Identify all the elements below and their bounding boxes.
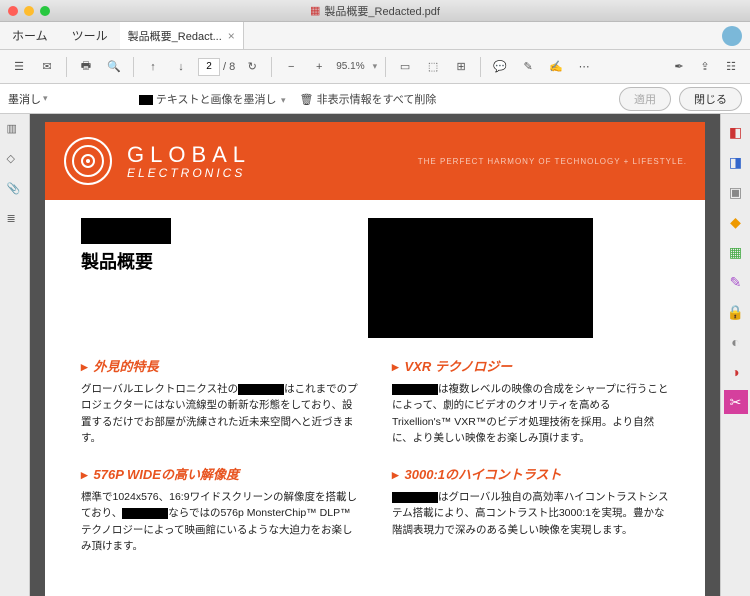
window-title: ▦ 製品概要_Redacted.pdf — [310, 3, 440, 19]
highlight-button[interactable]: ✎ — [517, 56, 539, 78]
brand-text: GLOBAL ELECTRONICS — [127, 142, 251, 180]
layers-icon[interactable]: ≣ — [7, 212, 23, 228]
user-avatar[interactable] — [722, 26, 742, 46]
section-body: 標準で1024x576、16:9ワイドスクリーンの解像度を搭載しており、ならでは… — [81, 489, 358, 554]
bookmark-icon[interactable]: ◇ — [7, 152, 23, 168]
sign-button[interactable]: ✒ — [668, 56, 690, 78]
organize-icon[interactable]: ▦ — [724, 240, 748, 264]
comment-button[interactable]: 💬 — [489, 56, 511, 78]
brand-logo-icon — [63, 136, 113, 186]
pdf-page: GLOBAL ELECTRONICS THE PERFECT HARMONY O… — [45, 122, 705, 596]
redaction-box — [81, 218, 171, 244]
stamp-button[interactable]: ✍ — [545, 56, 567, 78]
redaction-box — [368, 218, 593, 338]
redaction-toolbar: 墨消し▾ テキストと画像を墨消し ▾ 🗑 非表示情報をすべて削除 適用 閉じる — [0, 84, 750, 114]
sidebar-toggle-button[interactable]: ☰ — [8, 56, 30, 78]
pdf-icon: ▦ — [310, 4, 320, 17]
section-body: グローバルエレクトロニクス社のはこれまでのプロジェクターにはない流線型の斬新な形… — [81, 381, 358, 446]
workspace: ▥ ◇ 📎 ≣ GLOBAL ELECTRONICS THE PERFECT H… — [0, 114, 750, 596]
zoom-level[interactable]: 95.1% — [336, 61, 364, 72]
section-heading: ▸3000:1のハイコントラスト — [392, 464, 669, 483]
redact-tool-icon[interactable]: ✂ — [724, 390, 748, 414]
print-button[interactable]: 🖶 — [75, 56, 97, 78]
window-title-text: 製品概要_Redacted.pdf — [324, 3, 440, 19]
brand-line1: GLOBAL — [127, 142, 251, 168]
tab-document[interactable]: 製品概要_Redact... × — [120, 22, 244, 49]
page-header: GLOBAL ELECTRONICS THE PERFECT HARMONY O… — [45, 122, 705, 200]
more-button[interactable]: ⋯ — [573, 56, 595, 78]
tab-home[interactable]: ホーム — [0, 22, 60, 49]
save-button[interactable]: ✉ — [36, 56, 58, 78]
brand-line2: ELECTRONICS — [127, 166, 251, 180]
document-title: 製品概要 — [81, 248, 338, 274]
select-tool-button[interactable]: ▭ — [394, 56, 416, 78]
close-tab-icon[interactable]: × — [228, 29, 235, 43]
zoom-window-button[interactable] — [40, 6, 50, 16]
main-toolbar: ☰ ✉ 🖶 🔍 ↑ ↓ / 8 ↻ − + 95.1%▾ ▭ ⬚ ⊞ 💬 ✎ ✍… — [0, 50, 750, 84]
fill-sign-icon[interactable]: ✎ — [724, 270, 748, 294]
right-panel-button[interactable]: ☷ — [720, 56, 742, 78]
zoom-out-button[interactable]: − — [280, 56, 302, 78]
section-heading: ▸576P WIDEの高い解像度 — [81, 464, 358, 483]
protect-icon[interactable]: 🔒 — [724, 300, 748, 324]
tab-tools[interactable]: ツール — [60, 22, 120, 49]
section-heading: ▸外見的特長 — [81, 356, 358, 375]
share-button[interactable]: ⇪ — [694, 56, 716, 78]
section-body: はグローバル独自の高効率ハイコントラストシステム搭載により、高コントラスト比30… — [392, 489, 669, 538]
redact-text-image-button[interactable]: テキストと画像を墨消し ▾ — [139, 91, 286, 107]
close-toolbar-button[interactable]: 閉じる — [679, 87, 742, 111]
fit-width-button[interactable]: ⬚ — [422, 56, 444, 78]
create-pdf-icon[interactable]: ◧ — [724, 120, 748, 144]
window-titlebar: ▦ 製品概要_Redacted.pdf — [0, 0, 750, 22]
close-window-button[interactable] — [8, 6, 18, 16]
brand-tagline: THE PERFECT HARMONY OF TECHNOLOGY + LIFE… — [418, 157, 687, 166]
thumbnails-icon[interactable]: ▥ — [7, 122, 23, 138]
app-tabs: ホーム ツール 製品概要_Redact... × — [0, 22, 750, 50]
minimize-window-button[interactable] — [24, 6, 34, 16]
document-viewport[interactable]: GLOBAL ELECTRONICS THE PERFECT HARMONY O… — [30, 114, 720, 596]
redaction-label: 墨消し — [8, 91, 41, 107]
page-total: / 8 — [223, 61, 235, 73]
page-content: 製品概要 ▸外見的特長 グローバルエレクトロニクス社のはこれまでのプロジェクター… — [45, 200, 705, 590]
optimize-icon[interactable]: ◐ — [724, 330, 748, 354]
fit-page-button[interactable]: ⊞ — [450, 56, 472, 78]
disclaimer-text: Any reference to Global Electronics, Inc… — [45, 590, 705, 596]
left-nav-rail: ▥ ◇ 📎 ≣ — [0, 114, 30, 596]
page-indicator: / 8 — [198, 58, 235, 76]
right-tool-rail: ◧ ◨ ▣ ◆ ▦ ✎ 🔒 ◐ ◑ ✂ — [720, 114, 750, 596]
apply-button[interactable]: 適用 — [619, 87, 671, 111]
attachment-icon[interactable]: 📎 — [7, 182, 23, 198]
section-heading: ▸VXR テクノロジー — [392, 356, 669, 375]
page-up-button[interactable]: ↑ — [142, 56, 164, 78]
export-pdf-icon[interactable]: ▣ — [724, 180, 748, 204]
page-down-button[interactable]: ↓ — [170, 56, 192, 78]
search-button[interactable]: 🔍 — [103, 56, 125, 78]
section-body: は複数レベルの映像の合成をシャープに行うことによって、劇的にビデオのクオリティを… — [392, 381, 669, 446]
compare-icon[interactable]: ◑ — [724, 360, 748, 384]
comment-tool-icon[interactable]: ◆ — [724, 210, 748, 234]
tab-document-label: 製品概要_Redact... — [128, 28, 222, 44]
edit-pdf-icon[interactable]: ◨ — [724, 150, 748, 174]
hand-tool-button[interactable]: ↻ — [241, 56, 263, 78]
remove-hidden-info-button[interactable]: 🗑 非表示情報をすべて削除 — [300, 91, 437, 107]
zoom-in-button[interactable]: + — [308, 56, 330, 78]
page-input[interactable] — [198, 58, 220, 76]
